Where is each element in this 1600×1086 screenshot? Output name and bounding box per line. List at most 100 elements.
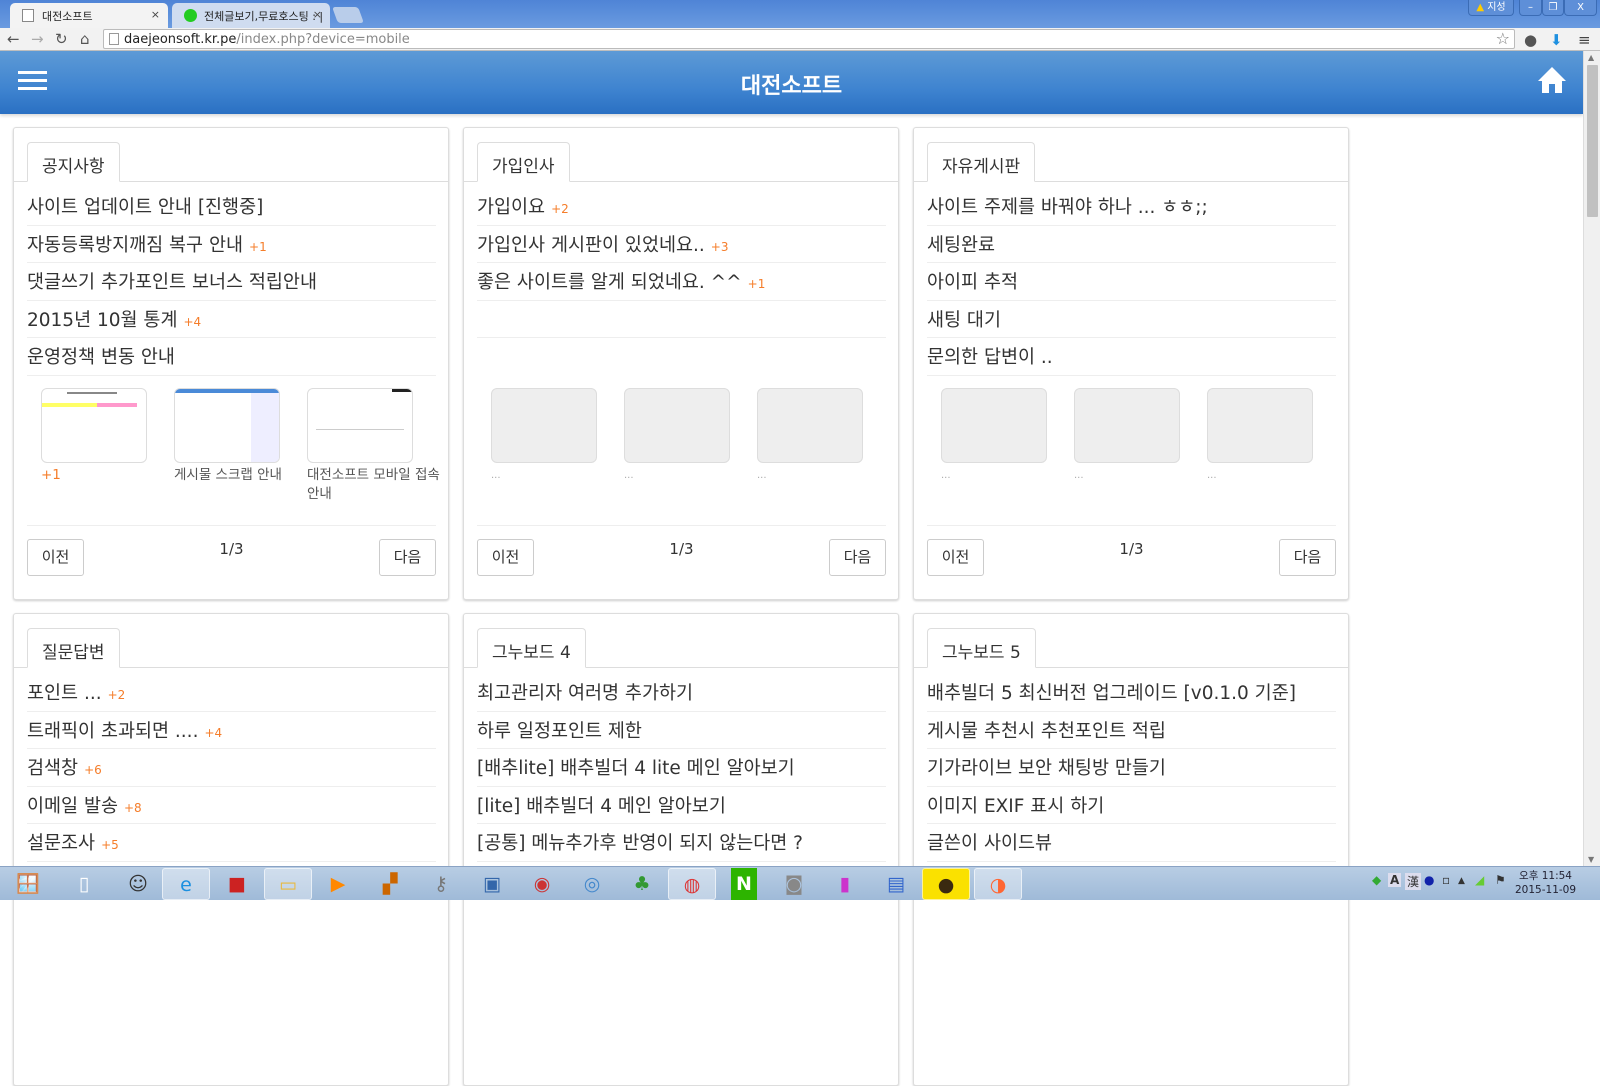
list-item[interactable]: 사이트 주제를 바꿔야 하나 ... ㅎㅎ;; <box>927 188 1336 226</box>
thumbnail-image[interactable] <box>307 388 413 463</box>
list-item[interactable]: 배추빌더 5 최신버전 업그레이드 [v0.1.0 기준] <box>927 674 1336 712</box>
tab-close-icon[interactable]: × <box>313 8 322 21</box>
recorder-icon[interactable]: ◉ <box>518 868 566 900</box>
chrome-icon[interactable]: ◍ <box>668 868 716 900</box>
board-tab[interactable]: 그누보드 4 <box>477 628 586 668</box>
post-title[interactable]: 기가라이브 보안 채팅방 만들기 <box>927 758 1166 779</box>
thumbnail-image[interactable] <box>1074 388 1180 463</box>
list-item[interactable]: 세팅완료 <box>927 226 1336 263</box>
board-tab[interactable]: 질문답변 <box>27 628 120 668</box>
extension-icon[interactable]: ● <box>1524 31 1537 49</box>
post-title[interactable]: 가입인사 게시판이 있었네요.. <box>477 235 705 256</box>
post-title[interactable]: 2015년 10월 통계 <box>27 310 177 331</box>
tray-display-icon[interactable]: ▫ <box>1442 873 1450 887</box>
list-item[interactable]: 새팅 대기 <box>927 301 1336 338</box>
list-item[interactable]: 문의한 답변이 .. <box>927 338 1336 376</box>
start-icon[interactable]: 🪟 <box>4 868 52 900</box>
browser-tab-active[interactable]: 대전소프트 × <box>10 3 168 28</box>
ink-icon[interactable]: ▮ <box>821 868 869 900</box>
remote-desktop-icon[interactable]: ▣ <box>468 868 516 900</box>
thumbnail-caption[interactable]: ... <box>1074 466 1209 485</box>
list-item[interactable]: 좋은 사이트를 알게 되었네요. ^^ +1 <box>477 263 886 301</box>
home-browser-icon[interactable]: ⌂ <box>80 30 90 48</box>
back-icon[interactable]: ← <box>7 30 20 48</box>
post-title[interactable]: 문의한 답변이 .. <box>927 347 1053 368</box>
explorer-icon[interactable]: ▭ <box>264 868 312 900</box>
list-item[interactable] <box>477 301 886 338</box>
post-title[interactable]: 좋은 사이트를 알게 되었네요. ^^ <box>477 272 742 293</box>
list-item[interactable]: 댓글쓰기 추가포인트 보너스 적립안내 <box>27 263 436 301</box>
game-icon[interactable]: ☺ <box>114 868 162 900</box>
safari-icon[interactable]: ◎ <box>568 868 616 900</box>
list-item[interactable]: 글쓴이 사이드뷰 <box>927 824 1336 862</box>
post-title[interactable]: 아이피 추적 <box>927 272 1018 293</box>
list-item[interactable]: 기가라이브 보안 채팅방 만들기 <box>927 749 1336 787</box>
list-item[interactable]: 포인트 ... +2 <box>27 674 436 712</box>
thumbnail-image[interactable] <box>757 388 863 463</box>
profile-button[interactable]: ▲ 지성 <box>1468 0 1514 16</box>
post-title[interactable]: [배추lite] 배추빌더 4 lite 메인 알아보기 <box>477 758 795 779</box>
tray-expand-icon[interactable]: ▲ <box>1458 876 1465 886</box>
board-tab[interactable]: 자유게시판 <box>927 142 1036 182</box>
list-item[interactable]: 가입인사 게시판이 있었네요.. +3 <box>477 226 886 263</box>
post-title[interactable]: 자동등록방지깨짐 복구 안내 <box>27 235 243 256</box>
post-title[interactable]: 최고관리자 여러명 추가하기 <box>477 683 693 704</box>
post-title[interactable]: 포인트 ... <box>27 683 102 704</box>
forward-icon[interactable]: → <box>31 30 44 48</box>
camera-icon[interactable]: ◙ <box>770 868 818 900</box>
ie-icon[interactable]: e <box>162 868 210 900</box>
next-button[interactable]: 다음 <box>1279 539 1336 576</box>
ime-hanja-icon[interactable]: 漢 <box>1405 873 1422 890</box>
list-item[interactable]: [공통] 메뉴추가후 반영이 되지 않는다면 ? <box>477 824 886 862</box>
list-item[interactable]: 검색창 +6 <box>27 749 436 787</box>
list-item[interactable]: 트래픽이 초과되면 .... +4 <box>27 712 436 749</box>
post-title[interactable]: [lite] 배추빌더 4 메인 알아보기 <box>477 796 726 817</box>
list-item[interactable]: 하루 일정포인트 제한 <box>477 712 886 749</box>
thumbnail-image[interactable] <box>941 388 1047 463</box>
list-item[interactable]: 운영정책 변동 안내 <box>27 338 436 376</box>
board-tab[interactable]: 공지사항 <box>27 142 120 182</box>
gallery-item[interactable]: ... <box>624 388 759 485</box>
post-title[interactable]: 사이트 업데이트 안내 [진행중] <box>27 197 263 218</box>
action-center-flag-icon[interactable]: ⚑ <box>1495 873 1506 887</box>
close-window-button[interactable]: X <box>1564 0 1597 16</box>
thumbnail-caption[interactable]: 게시물 스크랩 안내 <box>174 466 309 485</box>
tray-network-icon[interactable]: ◆ <box>1372 873 1381 887</box>
post-title[interactable]: 트래픽이 초과되면 .... <box>27 721 198 742</box>
thumbnail-caption[interactable]: ... <box>624 466 759 485</box>
board-tab[interactable]: 가입인사 <box>477 142 570 182</box>
document-icon[interactable]: ▤ <box>872 868 920 900</box>
reload-icon[interactable]: ↻ <box>55 30 68 48</box>
help-icon[interactable]: ● <box>1424 873 1434 887</box>
list-item[interactable]: 게시물 추천시 추천포인트 적립 <box>927 712 1336 749</box>
post-title[interactable]: 사이트 주제를 바꿔야 하나 ... ㅎㅎ;; <box>927 197 1208 218</box>
list-item[interactable]: 이메일 발송 +8 <box>27 787 436 824</box>
gallery-item[interactable]: ... <box>491 388 626 485</box>
post-title[interactable]: 게시물 추천시 추천포인트 적립 <box>927 721 1166 742</box>
home-icon[interactable] <box>1537 65 1567 95</box>
list-item[interactable]: 아이피 추적 <box>927 263 1336 301</box>
thumbnail-caption[interactable]: ... <box>757 466 892 485</box>
thumbnail-image[interactable] <box>174 388 280 463</box>
gallery-item[interactable]: ... <box>757 388 892 485</box>
address-bar[interactable]: daejeonsoft.kr.pe/index.php?device=mobil… <box>103 29 1515 49</box>
gallery-item[interactable]: ... <box>1207 388 1342 485</box>
scroll-up-icon[interactable]: ▲ <box>1588 53 1594 62</box>
list-item[interactable]: 최고관리자 여러명 추가하기 <box>477 674 886 712</box>
browser-tab[interactable]: 전체글보기,무료호스팅 : | × <box>172 3 330 28</box>
chrome-menu-icon[interactable]: ≡ <box>1578 31 1591 49</box>
post-title[interactable]: 이메일 발송 <box>27 796 118 817</box>
post-title[interactable]: 댓글쓰기 추가포인트 보너스 적립안내 <box>27 272 317 293</box>
gallery-item[interactable]: 대전소프트 모바일 접속 안내 <box>307 388 442 504</box>
list-item[interactable]: 이미지 EXIF 표시 하기 <box>927 787 1336 824</box>
gallery-item[interactable]: ... <box>941 388 1076 485</box>
post-title[interactable]: 설문조사 <box>27 833 95 854</box>
minimize-button[interactable]: – <box>1519 0 1542 16</box>
list-item[interactable]: 설문조사 +5 <box>27 824 436 862</box>
presenter-icon[interactable]: ◑ <box>974 868 1022 900</box>
list-item[interactable]: 가입이요 +2 <box>477 188 886 226</box>
movie-maker-icon[interactable]: ▞ <box>366 868 414 900</box>
bookmark-star-icon[interactable]: ☆ <box>1496 29 1510 48</box>
thumbnail-image[interactable] <box>624 388 730 463</box>
thumbnail-image[interactable] <box>491 388 597 463</box>
